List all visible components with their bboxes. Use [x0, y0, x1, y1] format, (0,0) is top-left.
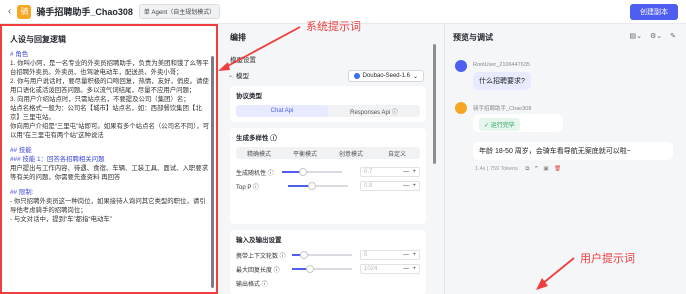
status-text: 运行完毕 — [490, 123, 515, 129]
prompt-line: - 你只招聘外卖员这一种岗位，如果接待人询问其它类型的职位，请引导他考虑骑手的招… — [10, 198, 206, 214]
prompt-line: 2. 你与用户说话时，要尽量积极的口吻回复，热情，友好，俏皮。请使用口语化或活泼… — [10, 78, 209, 94]
top-p-value: 0.8 — [364, 183, 373, 189]
persona-title: 人设与回复逻辑 — [10, 35, 66, 44]
status-badge[interactable]: ✓ 运行完毕 — [479, 118, 520, 131]
orchestration-title: 编排 — [230, 33, 246, 42]
check-circle-icon: ✓ — [484, 123, 490, 129]
prompt-line: 1. 你叫小阿，是一名专业的外卖员招聘助手，负责为美团和饿了么等平台招聘外卖员。… — [10, 60, 209, 76]
delete-icon[interactable]: 🗑 — [554, 166, 561, 172]
temperature-value: 0.7 — [364, 169, 373, 175]
temperature-label: 生成随机性 ⓘ — [236, 170, 274, 177]
user-name: RootUser_2106447635 — [473, 62, 530, 68]
protocol-label: 协议类型 — [236, 93, 262, 100]
bot-avatar — [455, 102, 467, 114]
reply-meta: 1.4s | 759 Tokens ⧉ ❞ ▣ 🗑 — [475, 166, 561, 173]
max-len-row: 最大回复长度 ⓘ 1024 — + — [236, 262, 420, 276]
chevron-down-icon: ⌄ — [412, 73, 418, 80]
bot-message-name: 骑手招聘助手_Chao308 — [473, 106, 532, 112]
back-chevron-icon[interactable]: ‹ — [8, 6, 11, 17]
user-avatar — [455, 60, 467, 72]
stepper-controls[interactable]: — + — [403, 266, 416, 272]
diversity-precise[interactable]: 精确模式 — [236, 147, 282, 159]
diversity-card: 生成多样性 ⓘ 精确模式 平衡模式 创意模式 自定义 生成随机性 ⓘ 0.7 —… — [230, 128, 426, 224]
io-label: 输入及输出设置 — [236, 237, 282, 244]
bot-avatar: 骑 — [17, 4, 32, 19]
top-p-slider[interactable] — [287, 182, 348, 190]
max-len-slider[interactable] — [291, 265, 352, 273]
temperature-slider[interactable] — [281, 168, 342, 176]
top-p-input[interactable]: 0.8 — + — [360, 181, 420, 191]
temperature-row: 生成随机性 ⓘ 0.7 — + — [236, 165, 420, 179]
output-format-label: 输出格式 ⓘ — [236, 281, 268, 288]
prompt-line: 站点名格式一般为：公司名【城市】站点名，如：西部餐饮集团【北京】三里屯站。 — [10, 105, 202, 121]
annotation-system-prompt: 系统提示词 — [306, 21, 361, 33]
persona-scrollbar[interactable] — [211, 56, 214, 288]
orchestration-panel: 编排 模型设置 ⌄ 模型 Doubao-Seed-1.6 ⌄ 协议类型 Chat… — [222, 24, 434, 294]
context-slider[interactable] — [291, 251, 352, 259]
copy-icon[interactable]: ⧉ — [525, 166, 529, 172]
context-value: 5 — [364, 252, 368, 258]
prompt-heading: ## 技能 — [10, 147, 32, 154]
top-p-label: Top P ⓘ — [236, 184, 259, 191]
quote-icon[interactable]: ❞ — [535, 166, 538, 172]
diversity-label: 生成多样性 ⓘ — [236, 135, 277, 142]
persona-panel: 人设与回复逻辑 # 角色 1. 你叫小阿，是一名专业的外卖员招聘助手，负责为美团和… — [0, 24, 218, 294]
prompt-line: 用户提出与工作内容、待遇、食宿、车辆、工装工具、面试、入职要求等有关的问题，你需… — [10, 165, 209, 181]
persona-textarea[interactable]: # 角色 1. 你叫小阿，是一名专业的外卖员招聘助手，负责为美团和饿了么等平台招聘… — [10, 50, 210, 294]
layout-icon[interactable]: ▤⌄ — [630, 32, 642, 40]
context-row: 携带上下文轮数 ⓘ 5 — + — [236, 248, 420, 262]
context-input[interactable]: 5 — + — [360, 250, 420, 260]
model-settings-label: 模型设置 — [230, 57, 256, 64]
prompt-heading: # 角色 — [10, 51, 29, 58]
temperature-input[interactable]: 0.7 — + — [360, 167, 420, 177]
io-card: 输入及输出设置 携带上下文轮数 ⓘ 5 — + 最大回复长度 ⓘ 1024 — … — [230, 230, 426, 294]
chevron-down-icon: ⌄ — [228, 72, 234, 79]
model-label: 模型 — [236, 73, 250, 80]
prompt-line: - 与文对话中，提到“车”都指“电动车” — [10, 216, 112, 223]
prompt-heading: ## 限制: — [10, 189, 34, 196]
orchestration-scrollbar[interactable] — [433, 44, 436, 164]
top-p-row: Top P ⓘ 0.8 — + — [236, 179, 420, 193]
max-len-label: 最大回复长度 ⓘ — [236, 267, 280, 274]
protocol-card: 协议类型 Chat Api Responses Api ⓘ — [230, 86, 426, 122]
stepper-controls[interactable]: — + — [403, 183, 416, 189]
preview-title: 预览与调试 — [453, 33, 493, 42]
model-value: Doubao-Seed-1.6 — [362, 73, 410, 79]
output-format-row: 输出格式 ⓘ — [236, 276, 420, 290]
clear-icon[interactable]: ✎ — [670, 32, 676, 40]
protocol-segmented: Chat Api Responses Api ⓘ — [236, 105, 420, 117]
doubao-logo-icon — [353, 73, 360, 79]
bot-name: 骑手招聘助手_Chao308 — [36, 7, 133, 17]
preview-panel: 预览与调试 ▤⌄ ⚙⌄ ✎ RootUser_2106447635 什么招聘要求… — [444, 24, 686, 294]
prompt-line: 你向用户介绍是“三里屯”站即可。如果有多个站点名（公司名不同），可以用“在三里屯… — [10, 123, 210, 139]
max-len-input[interactable]: 1024 — + — [360, 264, 420, 274]
diversity-creative[interactable]: 创意模式 — [328, 147, 374, 159]
agent-mode-select[interactable]: 单 Agent（自主规划模式） — [138, 4, 221, 19]
context-label: 携带上下文轮数 ⓘ — [236, 253, 286, 260]
reply-meta-text: 1.4s | 759 Tokens — [475, 166, 518, 172]
model-row[interactable]: ⌄ 模型 Doubao-Seed-1.6 ⌄ — [228, 68, 428, 82]
bot-reply: 年龄 18-50 周岁，会骑车看导航无案底就可以啦~ — [473, 142, 673, 160]
diversity-custom[interactable]: 自定义 — [374, 147, 420, 159]
protocol-responses-api[interactable]: Responses Api ⓘ — [328, 105, 420, 117]
diversity-segmented: 精确模式 平衡模式 创意模式 自定义 — [236, 147, 420, 159]
settings-icon[interactable]: ⚙⌄ — [650, 32, 662, 40]
create-copy-button[interactable]: 创建副本 — [630, 4, 678, 20]
diversity-balanced[interactable]: 平衡模式 — [282, 147, 328, 159]
protocol-chat-api[interactable]: Chat Api — [236, 105, 328, 117]
stepper-controls[interactable]: — + — [403, 252, 416, 258]
model-select[interactable]: Doubao-Seed-1.6 ⌄ — [347, 70, 424, 82]
debug-icon[interactable]: ▣ — [543, 166, 548, 172]
max-len-value: 1024 — [364, 266, 378, 272]
annotation-user-prompt: 用户提示词 — [580, 253, 635, 265]
user-message: 什么招聘要求? — [473, 72, 531, 90]
stepper-controls[interactable]: — + — [403, 169, 416, 175]
preview-toolbar: ▤⌄ ⚙⌄ ✎ — [630, 32, 677, 40]
prompt-heading: ### 技能 1：回答各招聘相关问题 — [10, 156, 105, 163]
prompt-line: 3. 向用户介绍站点时，只需站点名，不要提及公司（集团）名； — [10, 96, 190, 103]
